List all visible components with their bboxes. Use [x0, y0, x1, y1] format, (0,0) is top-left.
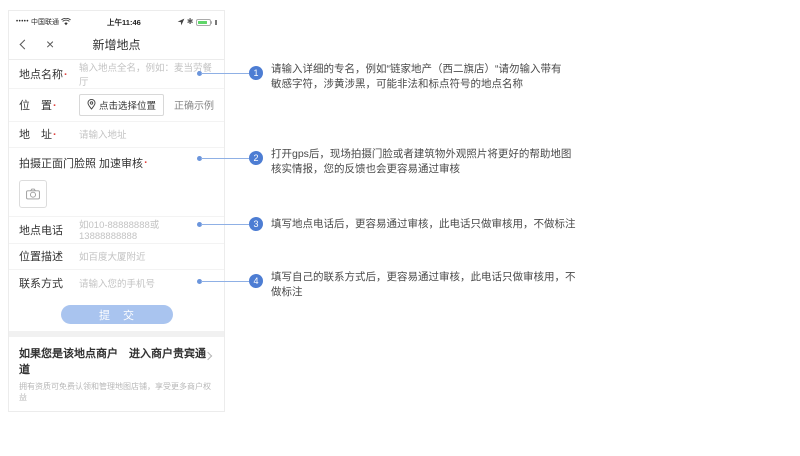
merchant-title: 如果您是该地点商户 进入商户贵宾通道	[19, 345, 214, 377]
bluetooth-icon: ✱	[187, 18, 194, 26]
annotation-number-badge: 3	[249, 217, 263, 231]
status-right-icons: ✱	[177, 18, 217, 26]
camera-icon	[26, 188, 40, 200]
pick-location-label: 点击选择位置	[99, 98, 156, 112]
phone-label: 地点电话	[19, 222, 79, 238]
connector-line	[201, 158, 249, 159]
merchant-subtitle: 拥有资质可免费认领和管理地图店铺，享受更多商户权益	[19, 381, 214, 403]
field-row-location: 位 置· 点击选择位置 正确示例	[9, 89, 224, 121]
connector-line	[201, 73, 249, 74]
status-bar: ••••• 中国联通 上午11:46 ✱	[9, 15, 224, 30]
annotation-text: 请输入详细的专名，例如“链家地产（西二旗店）“请勿输入带有 敏感字符，涉黄涉黑，…	[271, 62, 631, 91]
field-row-contact: 联系方式 请输入您的手机号	[9, 270, 224, 296]
annotation-number-badge: 4	[249, 274, 263, 288]
annotation-number-badge: 2	[249, 151, 263, 165]
merchant-entry-row[interactable]: 如果您是该地点商户 进入商户贵宾通道 拥有资质可免费认领和管理地图店铺，享受更多…	[9, 337, 224, 410]
contact-label: 联系方式	[19, 275, 79, 291]
submit-button[interactable]: 提 交	[61, 305, 173, 324]
field-row-name: 地点名称· 输入地点全名，例如：麦当劳餐厅	[9, 60, 224, 89]
field-row-phone: 地点电话 如010-88888888或13888888888	[9, 217, 224, 244]
connector-line	[201, 281, 249, 282]
photo-section: 拍摄正面门脸照 加速审核·	[9, 148, 224, 217]
pick-location-button[interactable]: 点击选择位置	[79, 94, 164, 116]
required-mark: ·	[64, 69, 68, 81]
location-label: 位 置·	[19, 97, 79, 113]
signal-strength-icon: •••••	[16, 19, 29, 25]
name-label: 地点名称·	[19, 66, 79, 82]
photo-label: 拍摄正面门脸照 加速审核·	[19, 155, 214, 171]
clock-label: 上午11:46	[71, 17, 177, 28]
address-input[interactable]: 请输入地址	[79, 127, 127, 141]
annotation-number-badge: 1	[249, 66, 263, 80]
phone-mockup: ••••• 中国联通 上午11:46 ✱ 新增地点 × 地点名称· 输入地点全名…	[8, 10, 225, 412]
description-label: 位置描述	[19, 248, 79, 264]
connector-line	[201, 224, 249, 225]
charging-icon	[215, 20, 217, 25]
field-row-description: 位置描述 如百度大厦附近	[9, 244, 224, 271]
battery-icon	[196, 19, 211, 26]
phone-input[interactable]: 如010-88888888或13888888888	[79, 217, 214, 242]
annotation-text: 填写自己的联系方式后，更容易通过审核，此电话只做审核用，不 做标注	[271, 270, 631, 299]
carrier-label: 中国联通	[31, 17, 59, 27]
required-mark: ·	[144, 157, 148, 169]
map-pin-icon	[87, 99, 96, 110]
name-input[interactable]: 输入地点全名，例如：麦当劳餐厅	[79, 60, 214, 88]
annotation-text: 打开gps后，现场拍摄门脸或者建筑物外观照片将更好的帮助地图 核实情报，您的反馈…	[271, 147, 631, 176]
description-input[interactable]: 如百度大厦附近	[79, 249, 146, 263]
correct-example-link[interactable]: 正确示例	[174, 97, 214, 112]
annotation-text: 填写地点电话后，更容易通过审核，此电话只做审核用，不做标注	[271, 217, 631, 232]
wifi-icon	[61, 18, 71, 26]
required-mark: ·	[53, 129, 57, 141]
contact-input[interactable]: 请输入您的手机号	[79, 276, 155, 290]
screenshot-canvas: ••••• 中国联通 上午11:46 ✱ 新增地点 × 地点名称· 输入地点全名…	[0, 0, 800, 456]
address-label: 地 址·	[19, 126, 79, 142]
field-row-address: 地 址· 请输入地址	[9, 122, 224, 149]
required-mark: ·	[53, 100, 57, 112]
take-photo-button[interactable]	[19, 180, 47, 208]
location-arrow-icon	[177, 18, 185, 26]
page-title: 新增地点	[9, 36, 224, 53]
nav-bar: 新增地点 ×	[9, 30, 224, 60]
